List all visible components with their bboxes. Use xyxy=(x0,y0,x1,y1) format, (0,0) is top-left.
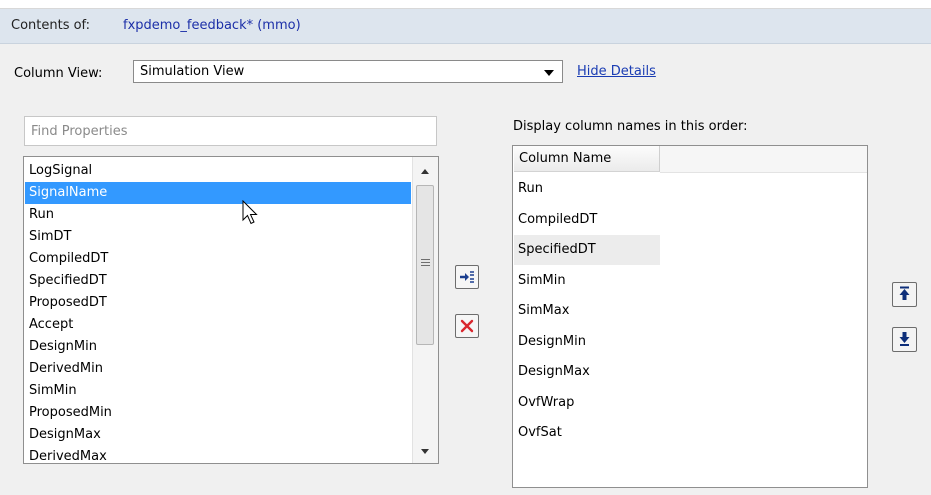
model-name-link[interactable]: fxpdemo_feedback* (mmo) xyxy=(123,18,301,33)
column-view-label: Column View: xyxy=(14,66,103,81)
scroll-down-icon[interactable] xyxy=(421,449,429,454)
property-item[interactable]: Run xyxy=(25,204,411,226)
mouse-pointer-icon xyxy=(242,200,258,225)
contents-label: Contents of: xyxy=(11,18,91,33)
move-down-button[interactable] xyxy=(892,327,917,352)
properties-scrollbar[interactable] xyxy=(412,157,438,463)
property-item[interactable]: LogSignal xyxy=(25,160,411,182)
display-column-item[interactable]: SimMax xyxy=(514,296,660,326)
display-column-item[interactable]: SpecifiedDT xyxy=(514,235,660,265)
add-column-button[interactable] xyxy=(455,265,479,289)
display-columns-caption: Display column names in this order: xyxy=(513,119,748,134)
property-item[interactable]: CompiledDT xyxy=(25,248,411,270)
hide-details-link[interactable]: Hide Details xyxy=(577,64,656,79)
property-item[interactable]: DesignMin xyxy=(25,336,411,358)
display-column-item[interactable]: DesignMin xyxy=(514,327,660,357)
property-item[interactable]: SimDT xyxy=(25,226,411,248)
property-item[interactable]: DerivedMin xyxy=(25,358,411,380)
property-item[interactable]: SpecifiedDT xyxy=(25,270,411,292)
remove-column-icon xyxy=(460,319,474,333)
display-column-item[interactable]: OvfSat xyxy=(514,418,660,448)
properties-list[interactable]: DerivedMax DesignMax ProposedMin SimMin Deri… xyxy=(23,156,439,464)
grip-line xyxy=(421,262,430,263)
dropdown-arrow-icon xyxy=(544,70,554,76)
add-column-icon xyxy=(460,271,474,283)
move-up-icon xyxy=(899,286,910,300)
remove-column-button[interactable] xyxy=(455,314,479,338)
display-column-item[interactable]: SimMin xyxy=(514,266,660,296)
grip-line xyxy=(421,259,430,260)
display-column-item[interactable]: CompiledDT xyxy=(514,205,660,235)
display-column-item[interactable]: Run xyxy=(514,174,660,204)
display-columns-list[interactable]: Column Name Run CompiledDT SpecifiedDT SimM… xyxy=(512,145,868,488)
display-column-item[interactable]: OvfWrap xyxy=(514,388,660,418)
property-item[interactable]: SimMin xyxy=(25,380,411,402)
top-edge xyxy=(0,0,931,9)
scrollbar-thumb[interactable] xyxy=(416,185,434,345)
find-properties-input[interactable] xyxy=(24,116,437,146)
property-item[interactable]: ProposedMin xyxy=(25,402,411,424)
move-down-icon xyxy=(899,332,910,346)
scroll-up-icon[interactable] xyxy=(421,169,429,174)
column-view-dropdown[interactable]: Simulation View xyxy=(133,60,563,83)
grip-line xyxy=(421,265,430,266)
property-item[interactable]: Accept xyxy=(25,314,411,336)
property-item[interactable]: SignalName xyxy=(25,182,411,204)
move-up-button[interactable] xyxy=(892,282,917,307)
contents-header: Contents of: fxpdemo_feedback* (mmo) xyxy=(0,9,931,44)
property-item[interactable]: DesignMax xyxy=(25,424,411,446)
property-item[interactable]: ProposedDT xyxy=(25,292,411,314)
column-name-header[interactable]: Column Name xyxy=(514,146,660,172)
display-column-item[interactable]: DesignMax xyxy=(514,357,660,387)
header-filler xyxy=(660,146,867,173)
column-view-selected: Simulation View xyxy=(140,64,245,79)
property-item[interactable]: DerivedMax xyxy=(25,446,411,463)
